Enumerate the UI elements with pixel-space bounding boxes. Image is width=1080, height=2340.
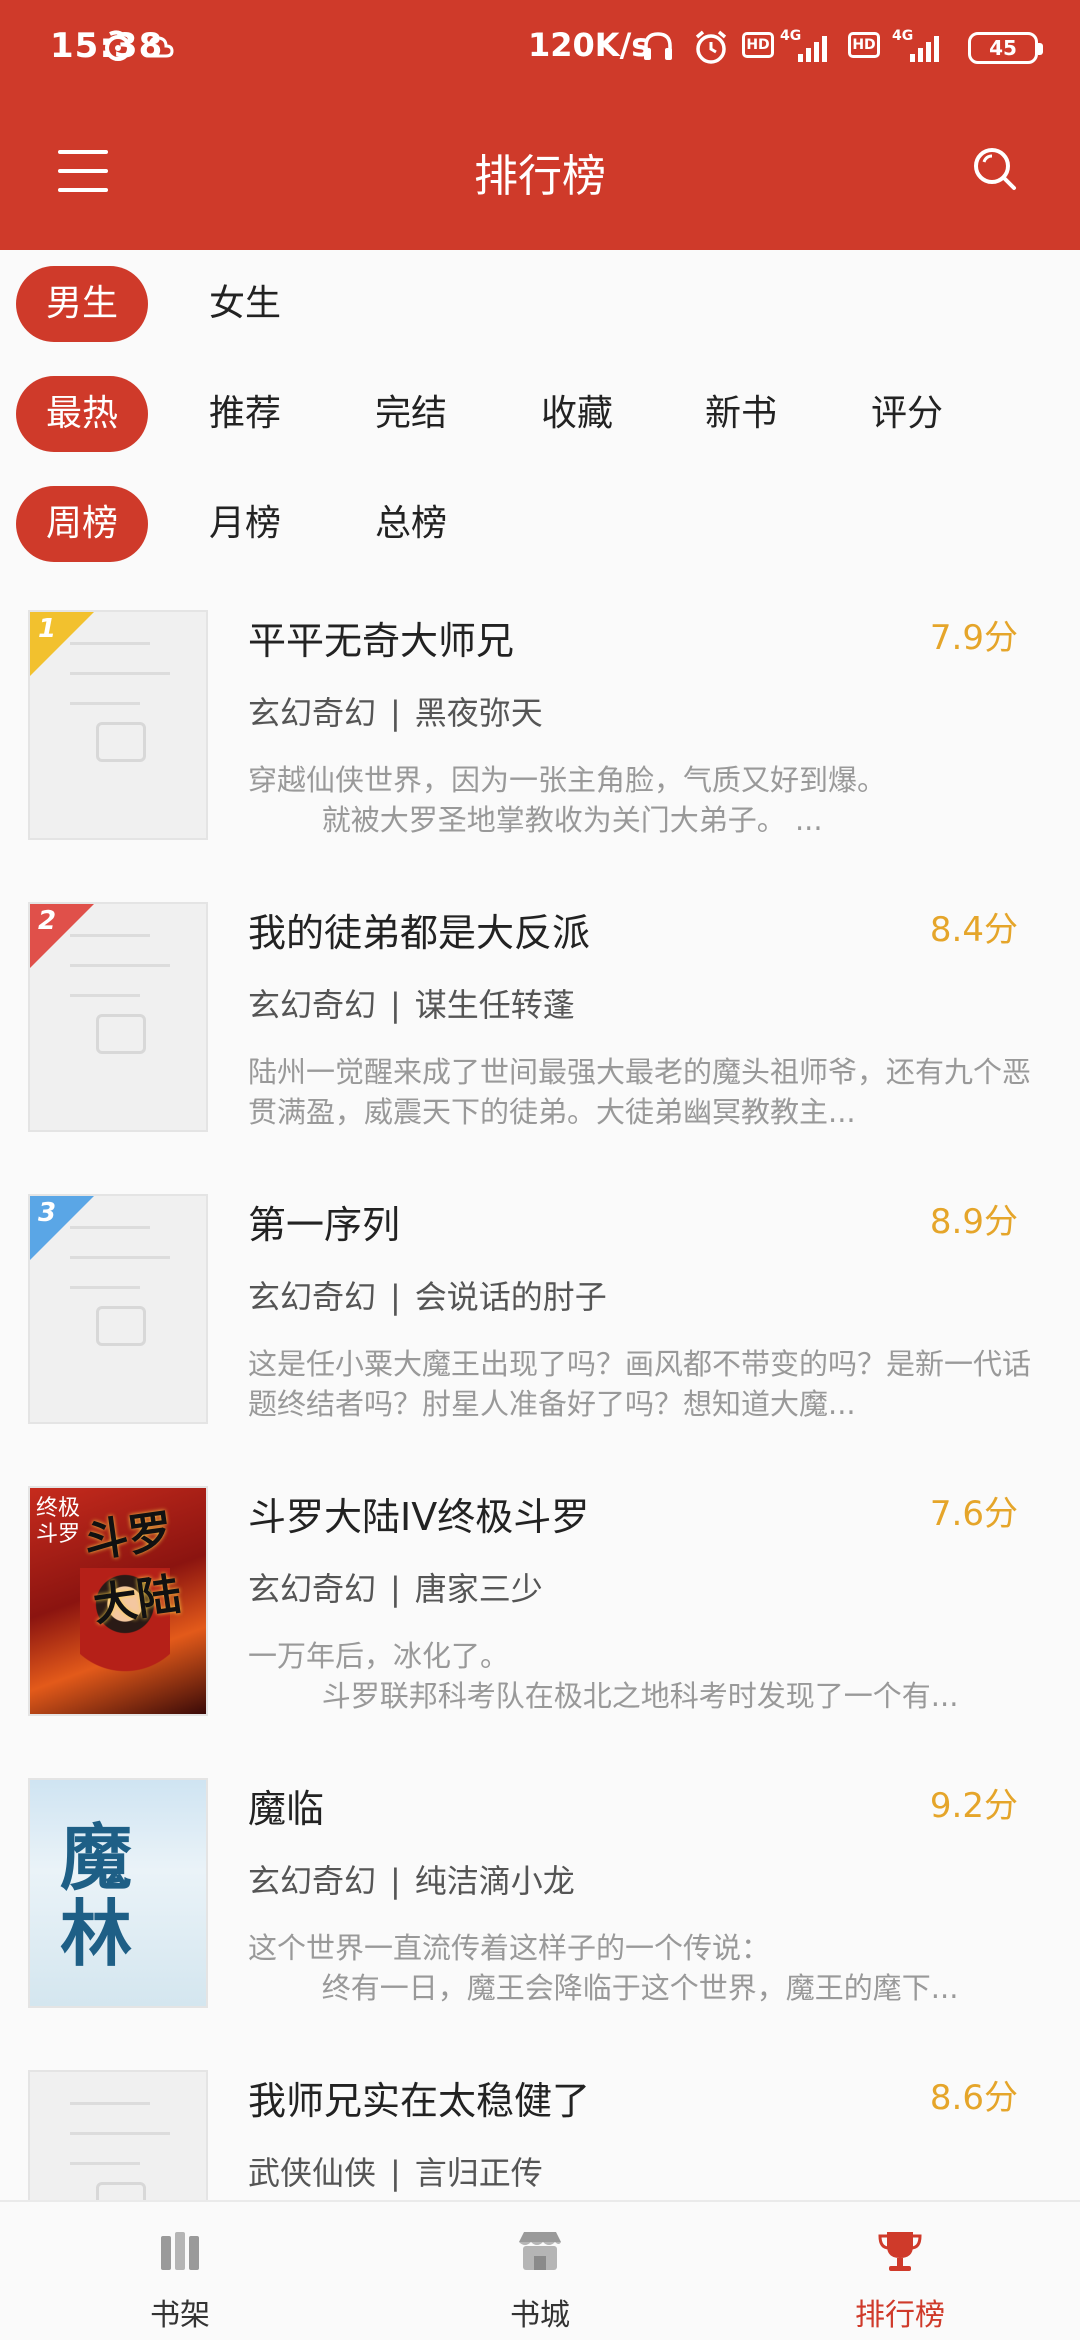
book-genre: 武侠仙侠 — [248, 2154, 377, 2192]
rank-number: 1 — [38, 614, 57, 644]
period-filter-row: 周榜 月榜 总榜 — [0, 486, 1080, 566]
book-item[interactable]: 我师兄实在太稳健了 8.6分 武侠仙侠 | 言归正传 — [0, 2070, 1080, 2200]
book-description: 这个世界一直流传着这样子的一个传说： 终有一日，魔王会降临于这个世界，魔王的麾下… — [248, 1931, 959, 2005]
search-icon[interactable] — [972, 146, 1018, 192]
book-title: 我师兄实在太稳健了 — [248, 2079, 591, 2123]
book-meta: 武侠仙侠 | 言归正传 — [248, 2154, 543, 2192]
book-cover-image: 终极 斗罗 斗罗大陆 — [28, 1486, 208, 1716]
rank-number: 3 — [38, 1198, 57, 1228]
book-score: 8.6分 — [929, 2078, 1018, 2118]
book-score: 9.2分 — [929, 1786, 1018, 1826]
book-author: 黑夜弥天 — [414, 694, 543, 732]
book-description: 一万年后，冰化了。 斗罗联邦科考队在极北之地科考时发现了一个有... — [248, 1639, 959, 1713]
filter-monthly[interactable]: 月榜 — [200, 486, 290, 562]
filter-favorites[interactable]: 收藏 — [532, 376, 622, 452]
page-title: 排行榜 — [474, 151, 606, 202]
book-cover-placeholder: 2 — [28, 902, 208, 1132]
filter-weekly[interactable]: 周榜 — [16, 486, 148, 562]
book-cover-placeholder — [28, 2070, 208, 2200]
book-score: 7.9分 — [929, 618, 1018, 658]
book-cover-placeholder: 1 — [28, 610, 208, 840]
svg-text:4G: 4G — [892, 28, 913, 44]
book-meta: 玄幻奇幻 | 会说话的肘子 — [248, 1278, 607, 1316]
book-item[interactable]: 2 我的徒弟都是大反派 8.4分 玄幻奇幻 | 谋生任转蓬 陆州一觉醒来成了世间最强… — [0, 902, 1080, 1194]
battery-icon: 45 — [968, 32, 1043, 64]
book-item[interactable]: 魔 林 魔临 9.2分 玄幻奇幻 | 纯洁滴小龙 这个世界一直流传着这样子的一个传说… — [0, 1778, 1080, 2070]
cover-title-text: 魔 林 — [60, 1815, 133, 1976]
book-item[interactable]: 终极 斗罗 斗罗大陆 斗罗大陆IV终极斗罗 7.6分 玄幻奇幻 | 唐家三少 一万年… — [0, 1486, 1080, 1778]
book-author: 纯洁滴小龙 — [414, 1862, 575, 1900]
filter-rating[interactable]: 评分 — [862, 376, 952, 452]
cloud-icon — [141, 36, 174, 58]
book-author: 唐家三少 — [414, 1570, 543, 1608]
hd-badge-2: HD — [848, 32, 880, 58]
filter-new-books[interactable]: 新书 — [696, 376, 786, 452]
cover-title-text: 斗罗大陆 — [81, 1505, 185, 1632]
book-meta: 玄幻奇幻 | 黑夜弥天 — [248, 694, 543, 732]
book-score: 7.6分 — [929, 1494, 1018, 1534]
book-author: 会说话的肘子 — [414, 1278, 607, 1316]
hd-badge: HD — [742, 32, 774, 58]
network-speed: 120K/s — [528, 26, 651, 64]
book-item[interactable]: 1 平平无奇大师兄 7.9分 玄幻奇幻 | 黑夜弥天 穿越仙侠世界，因为一张主角脸，… — [0, 610, 1080, 902]
book-score: 8.9分 — [929, 1202, 1018, 1242]
store-icon — [519, 2232, 561, 2270]
bookshelf-icon — [161, 2232, 199, 2270]
filter-completed[interactable]: 完结 — [366, 376, 456, 452]
book-title: 魔临 — [248, 1787, 325, 1831]
nav-ranking[interactable]: 排行榜 — [800, 2226, 1000, 2334]
nav-label: 书架 — [150, 2298, 210, 2333]
book-description: 穿越仙侠世界，因为一张主角脸，气质又好到爆。 就被大罗圣地掌教收为关门大弟子。 … — [248, 763, 887, 837]
alarm-icon — [695, 30, 727, 64]
app-header: 15:38 120K/s HD 4G HD 4G 45 排行榜 — [0, 0, 1080, 250]
book-title: 平平无奇大师兄 — [248, 619, 515, 663]
filter-hottest[interactable]: 最热 — [16, 376, 148, 452]
filter-female[interactable]: 女生 — [200, 266, 290, 342]
nav-label: 排行榜 — [855, 2298, 945, 2333]
book-item[interactable]: 3 第一序列 8.9分 玄幻奇幻 | 会说话的肘子 这是任小粟大魔王出现了吗？画风都… — [0, 1194, 1080, 1486]
book-meta: 玄幻奇幻 | 唐家三少 — [248, 1570, 543, 1608]
book-genre: 玄幻奇幻 — [248, 1570, 377, 1608]
book-description: 这是任小粟大魔王出现了吗？画风都不带变的吗？是新一代话题终结者吗？肘星人准备好了… — [248, 1347, 1032, 1421]
book-genre: 玄幻奇幻 — [248, 986, 377, 1024]
headphones-icon — [644, 32, 672, 60]
book-cover-placeholder: 3 — [28, 1194, 208, 1424]
book-title: 斗罗大陆IV终极斗罗 — [248, 1495, 590, 1539]
filter-male[interactable]: 男生 — [16, 266, 148, 342]
rank-number: 2 — [38, 906, 57, 936]
nav-bookshelf[interactable]: 书架 — [80, 2226, 280, 2334]
nav-label: 书城 — [510, 2298, 570, 2333]
bottom-navigation: 书架 书城 排行榜 — [0, 2200, 1080, 2340]
signal-icon-2: 4G — [892, 28, 939, 62]
cover-side-text: 终极 斗罗 — [36, 1496, 81, 1547]
book-description: 陆州一觉醒来成了世间最强大最老的魔头祖师爷，还有九个恶贯满盈，威震天下的徒弟。大… — [248, 1055, 1032, 1129]
book-genre: 玄幻奇幻 — [248, 1862, 377, 1900]
category-filter-row: 最热 推荐 完结 收藏 新书 评分 — [0, 376, 1080, 456]
filter-recommended[interactable]: 推荐 — [200, 376, 290, 452]
book-genre: 玄幻奇幻 — [248, 1278, 377, 1316]
book-genre: 玄幻奇幻 — [248, 694, 377, 732]
book-author: 言归正传 — [414, 2154, 543, 2192]
svg-text:4G: 4G — [780, 28, 801, 44]
gender-filter-row: 男生 女生 — [0, 266, 1080, 346]
book-meta: 玄幻奇幻 | 纯洁滴小龙 — [248, 1862, 575, 1900]
book-score: 8.4分 — [929, 910, 1018, 950]
book-title: 我的徒弟都是大反派 — [248, 911, 591, 955]
filter-all-time[interactable]: 总榜 — [366, 486, 456, 562]
status-bar: 15:38 120K/s HD 4G HD 4G 45 — [0, 0, 1080, 100]
signal-icon: 4G — [780, 28, 827, 62]
book-meta: 玄幻奇幻 | 谋生任转蓬 — [248, 986, 575, 1024]
book-title: 第一序列 — [248, 1203, 401, 1247]
nav-bookstore[interactable]: 书城 — [440, 2226, 640, 2334]
book-cover-image: 魔 林 — [28, 1778, 208, 2008]
book-author: 谋生任转蓬 — [414, 986, 575, 1024]
trophy-icon — [878, 2232, 922, 2271]
app-notification-icon — [105, 30, 131, 61]
